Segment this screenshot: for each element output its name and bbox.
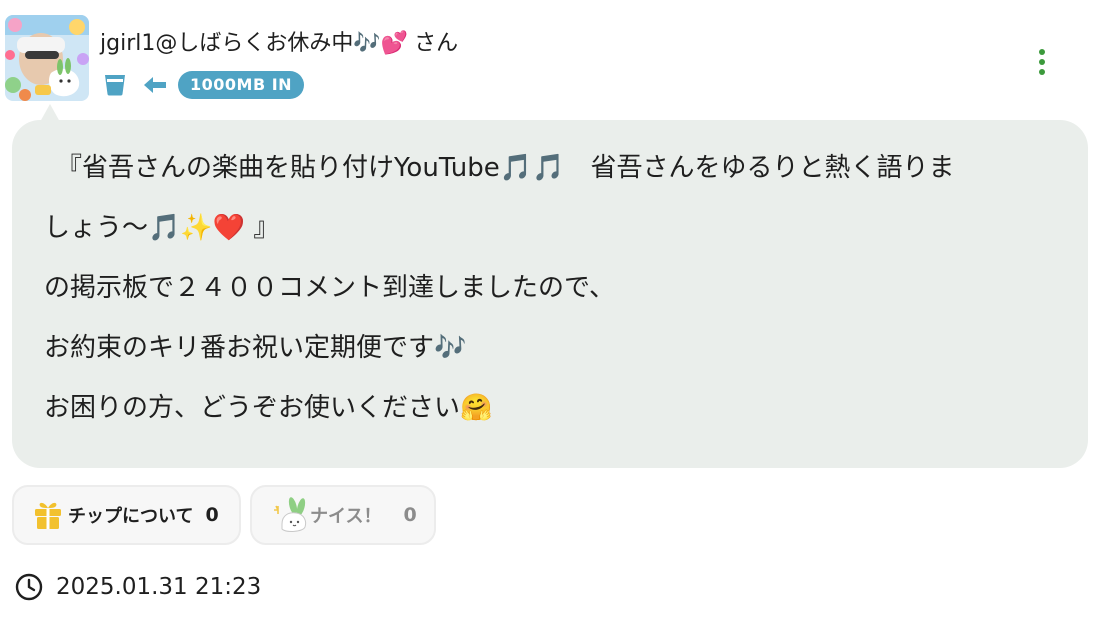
tip-count: 0 [205, 504, 219, 526]
timestamp-text: 2025.01.31 21:23 [56, 574, 262, 600]
more-options-button[interactable] [1030, 46, 1054, 78]
tip-label: チップについて [68, 506, 194, 527]
user-avatar[interactable] [5, 15, 89, 101]
message-line: しょう〜🎵✨❤️ 』 [44, 198, 1056, 258]
arrow-left-icon [144, 77, 166, 93]
nice-button[interactable]: ナイス！ 0 [250, 485, 436, 545]
more-vertical-icon [1039, 49, 1045, 75]
message-line: お約束のキリ番お祝い定期便です🎶 [44, 333, 467, 363]
message-bubble: 『省吾さんの楽曲を貼り付けYouTube🎵🎵 省吾さんをゆるりと熱く語りま しょ… [12, 120, 1088, 468]
heart-emoji: ❤️ [212, 213, 246, 243]
clock-icon [15, 573, 43, 601]
user-meta-row: 1000MB IN [102, 70, 305, 100]
rabbit-nice-icon [274, 497, 307, 532]
nice-label: ナイス！ [310, 506, 382, 527]
message-line: の掲示板で２４００コメント到達しましたので、 [44, 273, 615, 303]
user-name[interactable]: jgirl1@しばらくお休み中🎶💕 [100, 31, 408, 56]
message-line: お困りの方、どうぞお使いください🤗 [44, 393, 493, 423]
mb-in-badge: 1000MB IN [178, 71, 305, 99]
message-line-end: 』 [245, 213, 280, 243]
cup-icon [105, 75, 125, 96]
tip-button[interactable]: チップについて 0 [12, 485, 241, 545]
message-line-text: しょう〜🎵✨ [44, 213, 213, 243]
gift-icon [35, 502, 61, 529]
message-line: 『省吾さんの楽曲を貼り付けYouTube🎵🎵 省吾さんをゆるりと熱く語りま [56, 153, 955, 183]
user-honorific: さん [414, 31, 459, 56]
nice-count: 0 [403, 504, 417, 526]
user-name-row[interactable]: jgirl1@しばらくお休み中🎶💕 さん [100, 28, 458, 60]
post-timestamp: 2025.01.31 21:23 [15, 570, 261, 604]
user-avatar-photo [5, 15, 89, 101]
